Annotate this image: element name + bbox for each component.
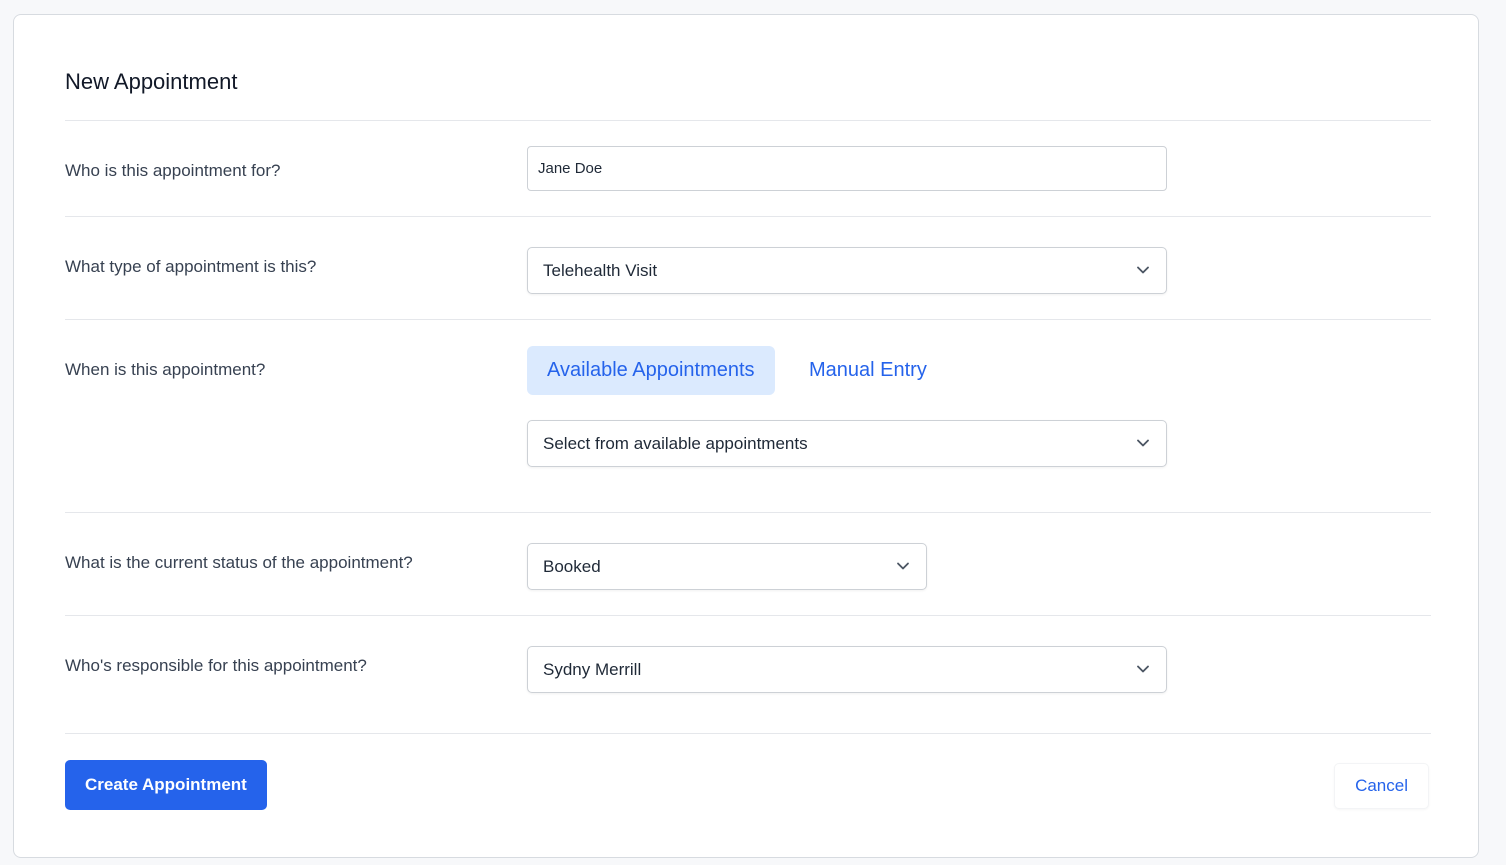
appointment-type-label: What type of appointment is this? [65, 257, 317, 276]
status-select[interactable]: Booked [527, 543, 927, 590]
chevron-down-icon [897, 562, 909, 570]
appointment-type-value: Telehealth Visit [543, 261, 658, 280]
page-title: New Appointment [65, 69, 238, 94]
available-appointments-placeholder: Select from available appointments [543, 434, 808, 453]
divider [65, 120, 1431, 121]
tab-available-appointments[interactable]: Available Appointments [527, 346, 775, 395]
status-label: What is the current status of the appoin… [65, 553, 413, 572]
divider [65, 512, 1431, 513]
cancel-button[interactable]: Cancel [1334, 763, 1429, 809]
divider [65, 733, 1431, 734]
chevron-down-icon [1137, 665, 1149, 673]
tab-manual-entry[interactable]: Manual Entry [789, 346, 947, 395]
responsible-value: Sydny Merrill [543, 660, 642, 679]
divider [65, 615, 1431, 616]
new-appointment-card: New Appointment Who is this appointment … [13, 14, 1479, 858]
appointment-type-select[interactable]: Telehealth Visit [527, 247, 1167, 294]
available-appointments-select[interactable]: Select from available appointments [527, 420, 1167, 467]
chevron-down-icon [1137, 266, 1149, 274]
patient-label: Who is this appointment for? [65, 161, 281, 180]
chevron-down-icon [1137, 439, 1149, 447]
divider [65, 216, 1431, 217]
responsible-label: Who's responsible for this appointment? [65, 656, 367, 675]
when-label: When is this appointment? [65, 360, 266, 379]
responsible-select[interactable]: Sydny Merrill [527, 646, 1167, 693]
divider [65, 319, 1431, 320]
patient-input[interactable] [527, 146, 1167, 191]
status-value: Booked [543, 557, 601, 576]
create-appointment-button[interactable]: Create Appointment [65, 760, 267, 810]
